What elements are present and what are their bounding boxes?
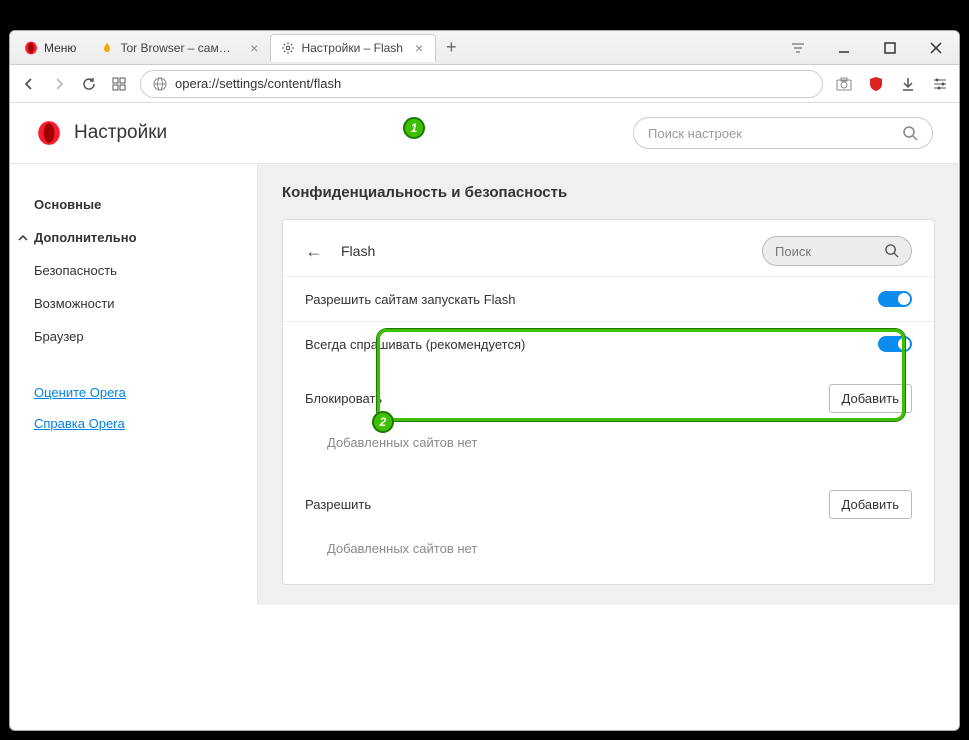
page-header: Настройки Поиск настроек bbox=[10, 103, 959, 164]
sidebar-link-help[interactable]: Справка Opera bbox=[34, 408, 249, 439]
search-icon bbox=[885, 244, 899, 258]
page-title: Настройки bbox=[74, 122, 167, 144]
sidebar: Основные Дополнительно Безопасность Возм… bbox=[10, 164, 258, 605]
toolbar: opera://settings/content/flash bbox=[10, 65, 959, 103]
tor-icon bbox=[100, 41, 114, 55]
tab-title: Tor Browser – самый защи bbox=[120, 41, 238, 55]
sidebar-item-browser[interactable]: Браузер bbox=[34, 320, 249, 353]
setting-allow-flash: Разрешить сайтам запускать Flash bbox=[283, 276, 934, 321]
allow-section: Разрешить Добавить bbox=[283, 472, 934, 525]
main-content: Конфиденциальность и безопасность ← Flas… bbox=[258, 164, 959, 605]
globe-icon bbox=[153, 77, 167, 91]
tab-settings-flash[interactable]: Настройки – Flash × bbox=[270, 34, 436, 62]
opera-logo-icon bbox=[36, 120, 62, 146]
forward-button[interactable] bbox=[50, 75, 68, 93]
url-text: opera://settings/content/flash bbox=[175, 76, 341, 91]
block-title: Блокировать bbox=[305, 391, 382, 406]
opera-icon bbox=[24, 41, 38, 55]
annotation-badge-2: 2 bbox=[372, 411, 394, 433]
close-button[interactable] bbox=[913, 31, 959, 64]
sidebar-item-features[interactable]: Возможности bbox=[34, 287, 249, 320]
window-controls bbox=[775, 31, 959, 64]
search-icon bbox=[903, 126, 918, 141]
titlebar: Меню Tor Browser – самый защи × Настройк… bbox=[10, 31, 959, 65]
section-title: Конфиденциальность и безопасность bbox=[282, 184, 935, 201]
setting-label: Разрешить сайтам запускать Flash bbox=[305, 292, 515, 307]
adblock-icon[interactable] bbox=[867, 75, 885, 93]
search-placeholder: Поиск настроек bbox=[648, 126, 742, 141]
downloads-icon[interactable] bbox=[899, 75, 917, 93]
setting-always-ask: Всегда спрашивать (рекомендуется) bbox=[283, 321, 934, 366]
close-icon[interactable]: × bbox=[248, 40, 260, 56]
snapshot-icon[interactable] bbox=[835, 75, 853, 93]
reload-button[interactable] bbox=[80, 75, 98, 93]
close-icon[interactable]: × bbox=[413, 40, 425, 56]
address-bar[interactable]: opera://settings/content/flash bbox=[140, 70, 823, 98]
maximize-button[interactable] bbox=[867, 31, 913, 64]
toggle-allow-flash[interactable] bbox=[878, 291, 912, 307]
sidebar-link-rate[interactable]: Оцените Opera bbox=[34, 377, 249, 408]
back-arrow-icon[interactable]: ← bbox=[305, 241, 323, 262]
sidebar-item-security[interactable]: Безопасность bbox=[34, 254, 249, 287]
minimize-button[interactable] bbox=[821, 31, 867, 64]
allow-title: Разрешить bbox=[305, 497, 371, 512]
easy-setup-icon[interactable] bbox=[775, 31, 821, 64]
annotation-badge-1: 1 bbox=[403, 117, 425, 139]
easy-setup-icon[interactable] bbox=[931, 75, 949, 93]
gear-icon bbox=[281, 41, 295, 55]
menu-label: Меню bbox=[44, 41, 76, 55]
allow-empty-text: Добавленных сайтов нет bbox=[283, 525, 934, 578]
tab-title: Настройки – Flash bbox=[301, 41, 403, 55]
sidebar-item-advanced[interactable]: Дополнительно bbox=[18, 221, 249, 254]
setting-label: Всегда спрашивать (рекомендуется) bbox=[305, 337, 525, 352]
panel-search-input[interactable]: Поиск bbox=[762, 236, 912, 266]
menu-button[interactable]: Меню bbox=[10, 31, 90, 64]
sidebar-item-basic[interactable]: Основные bbox=[34, 188, 249, 221]
panel-title: Flash bbox=[341, 243, 744, 259]
search-settings-input[interactable]: Поиск настроек bbox=[633, 117, 933, 149]
toggle-always-ask[interactable] bbox=[878, 336, 912, 352]
speed-dial-button[interactable] bbox=[110, 75, 128, 93]
flash-panel: ← Flash Поиск Разрешить сайтам запускать… bbox=[282, 219, 935, 585]
tab-tor-browser[interactable]: Tor Browser – самый защи × bbox=[90, 34, 270, 62]
new-tab-button[interactable]: + bbox=[436, 37, 467, 58]
add-block-button[interactable]: Добавить bbox=[829, 384, 912, 413]
add-allow-button[interactable]: Добавить bbox=[829, 490, 912, 519]
chevron-up-icon bbox=[18, 233, 28, 243]
back-button[interactable] bbox=[20, 75, 38, 93]
